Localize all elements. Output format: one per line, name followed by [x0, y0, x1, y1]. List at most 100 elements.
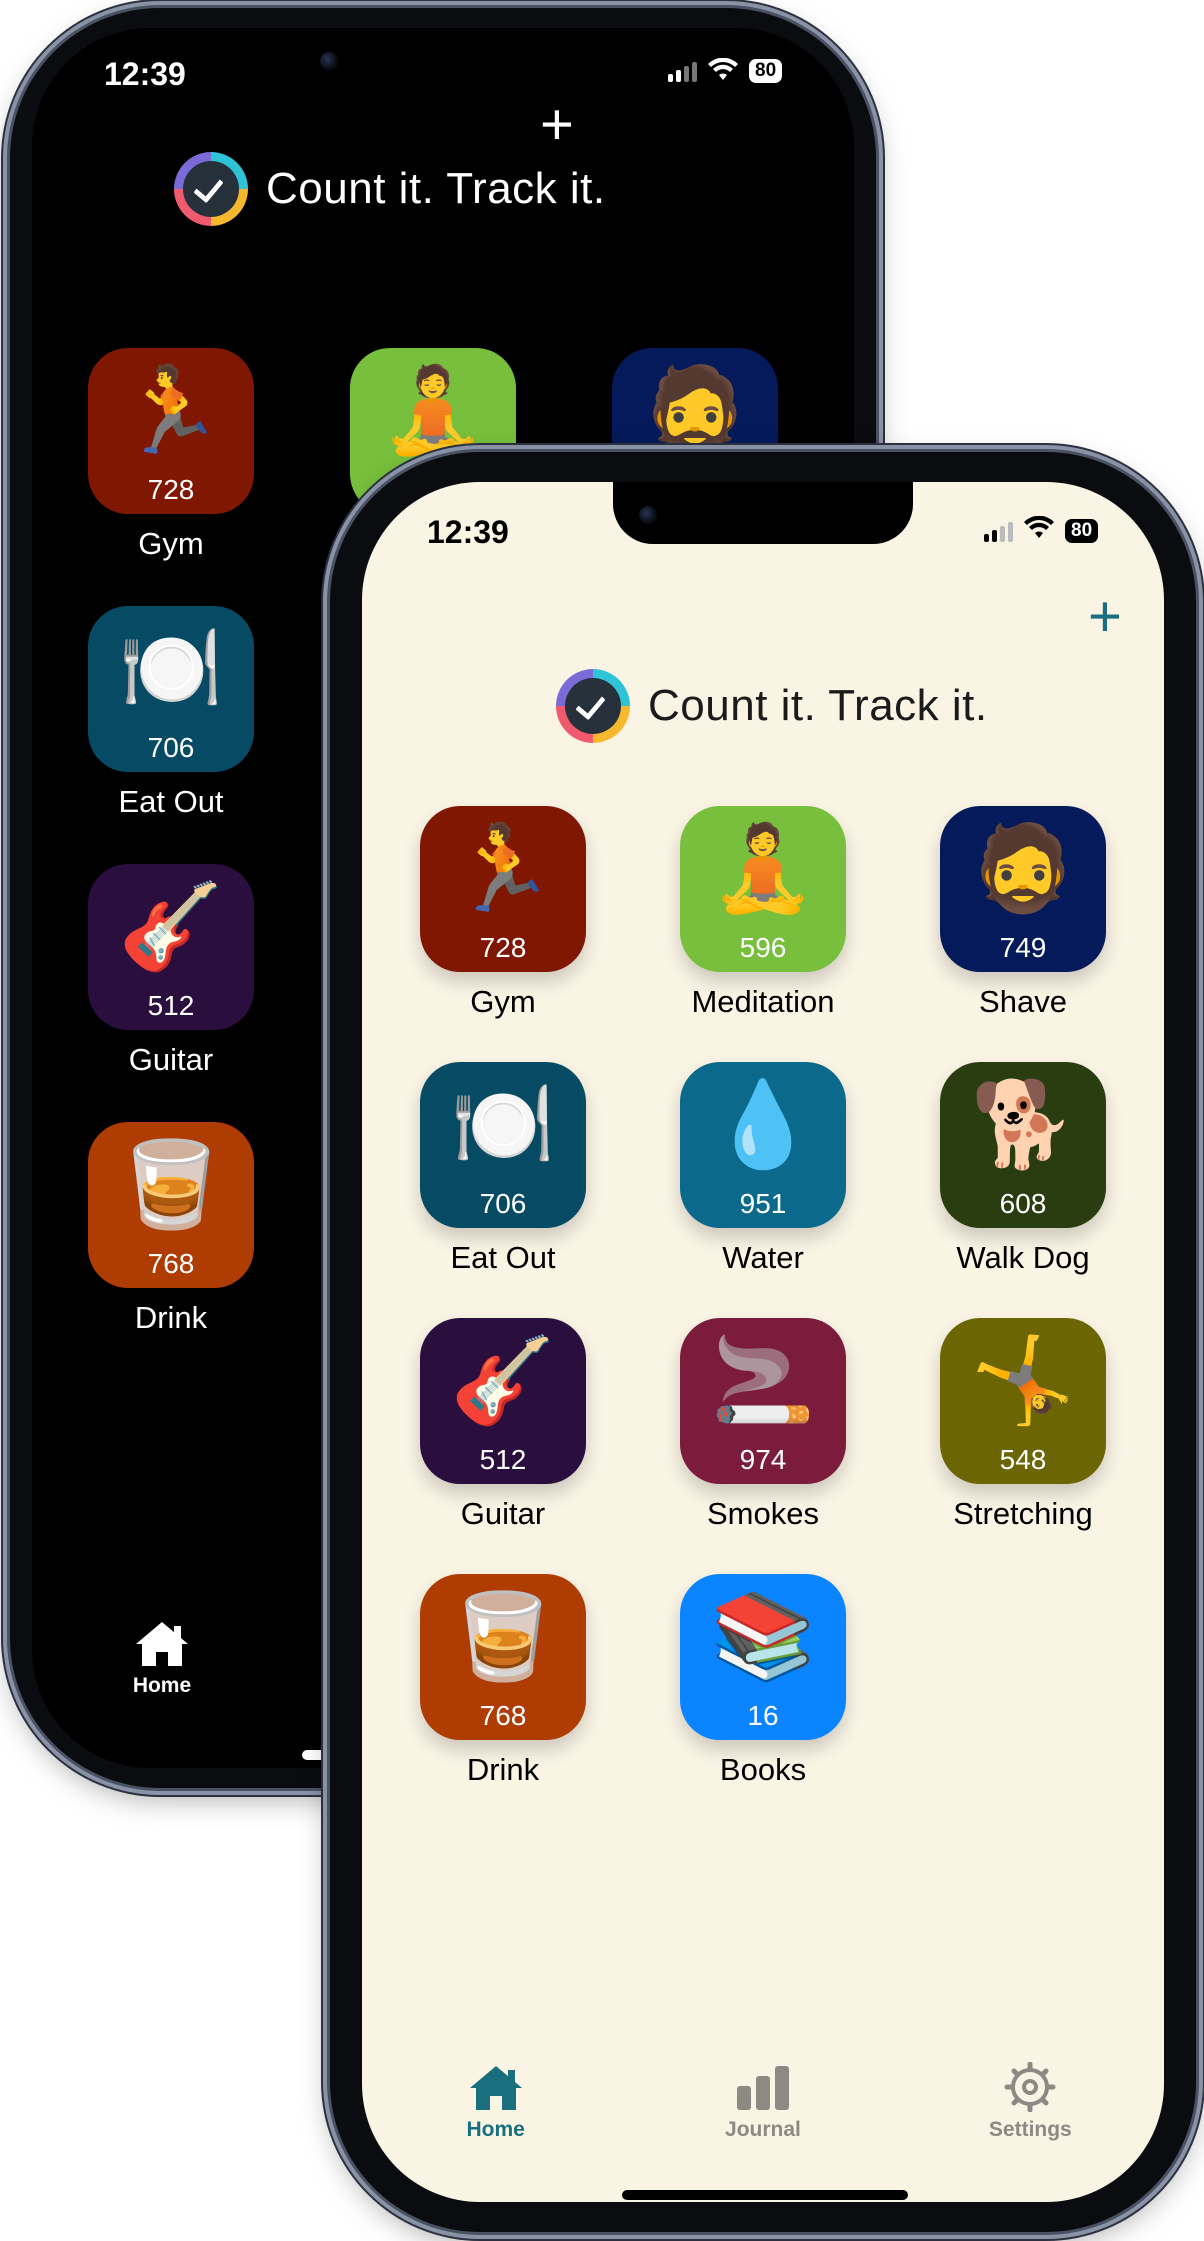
- tab-label: Journal: [725, 2118, 801, 2141]
- battery-indicator: 80: [749, 59, 783, 83]
- tile-label: Drink: [466, 1752, 540, 1787]
- tile-label: Water: [722, 1240, 804, 1275]
- tab-label: Settings: [988, 2118, 1072, 2141]
- runner-icon: 🏃: [118, 363, 224, 457]
- guitar-icon: 🎸: [450, 1333, 556, 1427]
- front-camera: [639, 506, 657, 524]
- guitar-icon: 🎸: [118, 879, 224, 973]
- tile-guitar[interactable]: 🎸 512 Guitar: [86, 864, 256, 1078]
- tile-count: 16: [747, 1700, 779, 1731]
- bar-chart-icon: [736, 2066, 789, 2110]
- add-button[interactable]: +: [540, 96, 574, 154]
- tile-guitar[interactable]: 🎸 512 Guitar: [418, 1318, 588, 1532]
- meditation-icon: 🧘: [380, 363, 486, 457]
- plate-icon: 🍽️: [118, 621, 224, 715]
- front-camera: [320, 52, 338, 70]
- tile-icon-box: 🤸 548: [940, 1318, 1106, 1484]
- tile-shave[interactable]: 🧔 749 Shave: [938, 806, 1108, 1020]
- books-icon: 📚: [710, 1589, 816, 1683]
- tile-count: 728: [479, 932, 527, 963]
- tab-home[interactable]: Home: [396, 2062, 596, 2142]
- add-button[interactable]: +: [1088, 588, 1122, 646]
- tile-icon-box: 📚 16: [680, 1574, 846, 1740]
- tile-gym[interactable]: 🏃 728 Gym: [418, 806, 588, 1020]
- tile-eat-out[interactable]: 🍽️ 706 Eat Out: [86, 606, 256, 820]
- glass-icon: 🥃: [118, 1137, 224, 1231]
- tile-stretching[interactable]: 🤸 548 Stretching: [938, 1318, 1108, 1532]
- runner-icon: 🏃: [450, 821, 556, 915]
- tile-count: 951: [739, 1188, 787, 1219]
- tile-icon-box: 🍽️ 706: [420, 1062, 586, 1228]
- tile-label: Eat Out: [118, 784, 224, 819]
- tile-icon-box: 🎸 512: [420, 1318, 586, 1484]
- tile-label: Drink: [134, 1300, 208, 1335]
- tile-icon-box: 🧘 596: [680, 806, 846, 972]
- tile-gym[interactable]: 🏃 728 Gym: [86, 348, 256, 562]
- gear-icon: [1004, 2062, 1056, 2112]
- tile-eat-out[interactable]: 🍽️ 706 Eat Out: [418, 1062, 588, 1276]
- meditation-icon: 🧘: [710, 821, 816, 915]
- tab-settings[interactable]: Settings: [930, 2062, 1130, 2142]
- tile-count: 974: [739, 1444, 787, 1475]
- tile-label: Books: [719, 1752, 807, 1787]
- tile-icon-box: 🏃 728: [420, 806, 586, 972]
- tile-meditation[interactable]: 🧘 596 Meditation: [678, 806, 848, 1020]
- tile-icon-box: 🧔 749: [940, 806, 1106, 972]
- tab-label: Home: [132, 1674, 192, 1697]
- tile-books[interactable]: 📚 16 Books: [678, 1574, 848, 1788]
- house-icon: [469, 2066, 522, 2110]
- tile-drink[interactable]: 🥃 768 Drink: [86, 1122, 256, 1336]
- tile-label: Gym: [470, 984, 536, 1019]
- cigarette-icon: 🚬: [710, 1333, 816, 1427]
- battery-indicator: 80: [1065, 518, 1099, 543]
- tile-count: 706: [147, 732, 195, 763]
- status-icons: 80: [668, 57, 783, 84]
- cartwheel-icon: 🤸: [970, 1333, 1076, 1427]
- status-icons: 80: [984, 515, 1099, 545]
- tile-label: Gym: [138, 526, 204, 561]
- glass-icon: 🥃: [450, 1589, 556, 1683]
- home-indicator: [622, 2190, 908, 2200]
- tile-count: 596: [739, 932, 787, 963]
- tab-journal[interactable]: Journal: [663, 2062, 863, 2142]
- tile-label: Shave: [979, 984, 1067, 1019]
- tab-bar: Home: [132, 1618, 192, 1698]
- tile-count: 728: [147, 474, 195, 505]
- tab-bar: Home Journal Settings: [362, 2062, 1164, 2142]
- signal-icon: [668, 60, 697, 82]
- dog-icon: 🐕: [970, 1077, 1076, 1171]
- house-icon: [136, 1622, 188, 1666]
- tile-icon-box: 🚬 974: [680, 1318, 846, 1484]
- droplet-icon: 💧: [710, 1077, 816, 1171]
- notch: [613, 482, 913, 544]
- tile-label: Eat Out: [450, 1240, 556, 1275]
- tile-count: 512: [479, 1444, 527, 1475]
- app-title: Count it. Track it.: [266, 164, 606, 213]
- light-screen: 12:39 80 + Count it. Track it. 🏃 728 Gym: [362, 482, 1164, 2202]
- tile-walk-dog[interactable]: 🐕 608 Walk Dog: [938, 1062, 1108, 1276]
- tile-label: Meditation: [691, 984, 835, 1019]
- tile-count: 768: [479, 1700, 527, 1731]
- app-brand: Count it. Track it.: [174, 152, 606, 226]
- tile-icon-box: 🎸 512: [88, 864, 254, 1030]
- plate-icon: 🍽️: [450, 1077, 556, 1171]
- signal-icon: [984, 520, 1013, 542]
- app-brand: Count it. Track it.: [556, 669, 988, 743]
- status-time: 12:39: [427, 514, 509, 550]
- tile-icon-box: 🥃 768: [420, 1574, 586, 1740]
- tile-label: Guitar: [128, 1042, 214, 1077]
- status-time: 12:39: [104, 56, 186, 92]
- tile-count: 512: [147, 990, 195, 1021]
- tile-count: 768: [147, 1248, 195, 1279]
- tile-count: 706: [479, 1188, 527, 1219]
- tile-label: Smokes: [707, 1496, 819, 1531]
- bearded-man-icon: 🧔: [642, 363, 748, 457]
- tile-icon-box: 🥃 768: [88, 1122, 254, 1288]
- tile-drink[interactable]: 🥃 768 Drink: [418, 1574, 588, 1788]
- app-logo-icon: [174, 152, 248, 226]
- light-phone: 12:39 80 + Count it. Track it. 🏃 728 Gym: [330, 452, 1196, 2232]
- tile-icon-box: 🍽️ 706: [88, 606, 254, 772]
- tab-home[interactable]: Home: [132, 1618, 192, 1698]
- tile-water[interactable]: 💧 951 Water: [678, 1062, 848, 1276]
- tile-smokes[interactable]: 🚬 974 Smokes: [678, 1318, 848, 1532]
